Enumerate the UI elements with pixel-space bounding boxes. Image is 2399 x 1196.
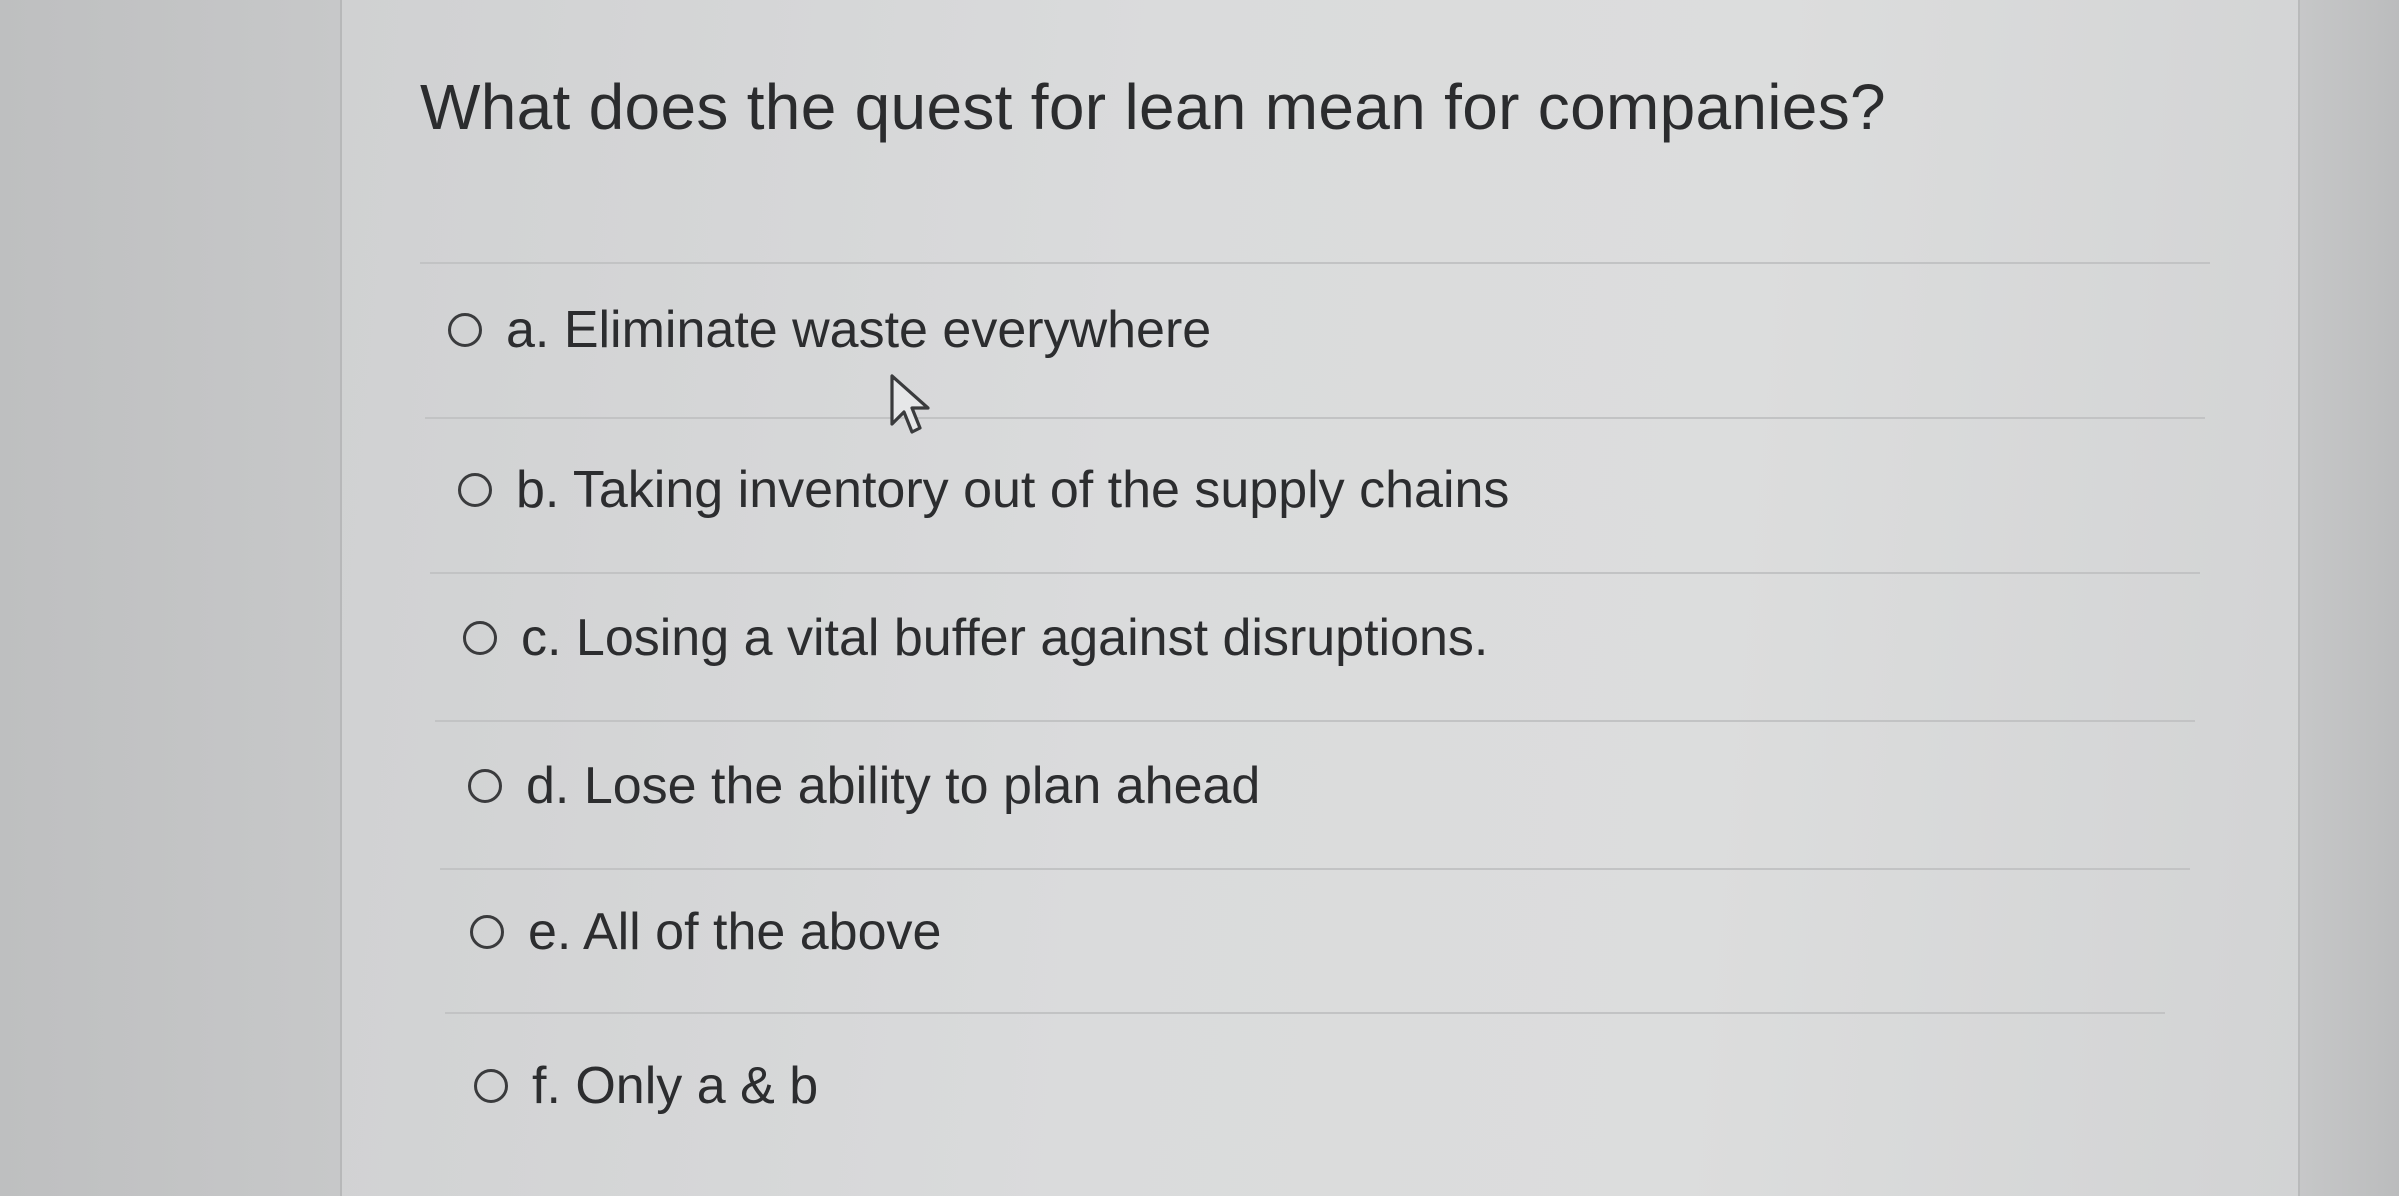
option-label-b: b. Taking inventory out of the supply ch… — [516, 461, 1510, 519]
quiz-panel — [340, 0, 2300, 1196]
mouse-pointer-icon — [890, 374, 930, 434]
option-label-a: a. Eliminate waste everywhere — [506, 301, 1212, 359]
divider — [445, 1012, 2165, 1014]
radio-button-b[interactable] — [458, 473, 492, 507]
option-label-e: e. All of the above — [528, 903, 942, 961]
option-d[interactable]: d. Lose the ability to plan ahead — [468, 756, 1260, 816]
radio-button-c[interactable] — [463, 621, 497, 655]
option-label-c: c. Losing a vital buffer against disrupt… — [521, 609, 1489, 667]
option-c[interactable]: c. Losing a vital buffer against disrupt… — [463, 608, 1488, 668]
option-f[interactable]: f. Only a & b — [474, 1056, 818, 1116]
divider — [430, 572, 2200, 574]
option-e[interactable]: e. All of the above — [470, 902, 941, 962]
divider — [435, 720, 2195, 722]
left-margin — [0, 0, 340, 1196]
question-text: What does the quest for lean mean for co… — [420, 71, 1886, 143]
divider — [440, 868, 2190, 870]
radio-button-a[interactable] — [448, 313, 482, 347]
option-b[interactable]: b. Taking inventory out of the supply ch… — [458, 460, 1509, 520]
radio-button-f[interactable] — [474, 1069, 508, 1103]
option-label-d: d. Lose the ability to plan ahead — [526, 757, 1261, 815]
radio-button-d[interactable] — [468, 769, 502, 803]
radio-button-e[interactable] — [470, 915, 504, 949]
divider — [425, 417, 2205, 419]
screen-background: What does the quest for lean mean for co… — [0, 0, 2399, 1196]
divider — [420, 262, 2210, 264]
option-a[interactable]: a. Eliminate waste everywhere — [448, 300, 1211, 360]
right-margin — [2300, 0, 2399, 1196]
option-label-f: f. Only a & b — [532, 1057, 819, 1115]
